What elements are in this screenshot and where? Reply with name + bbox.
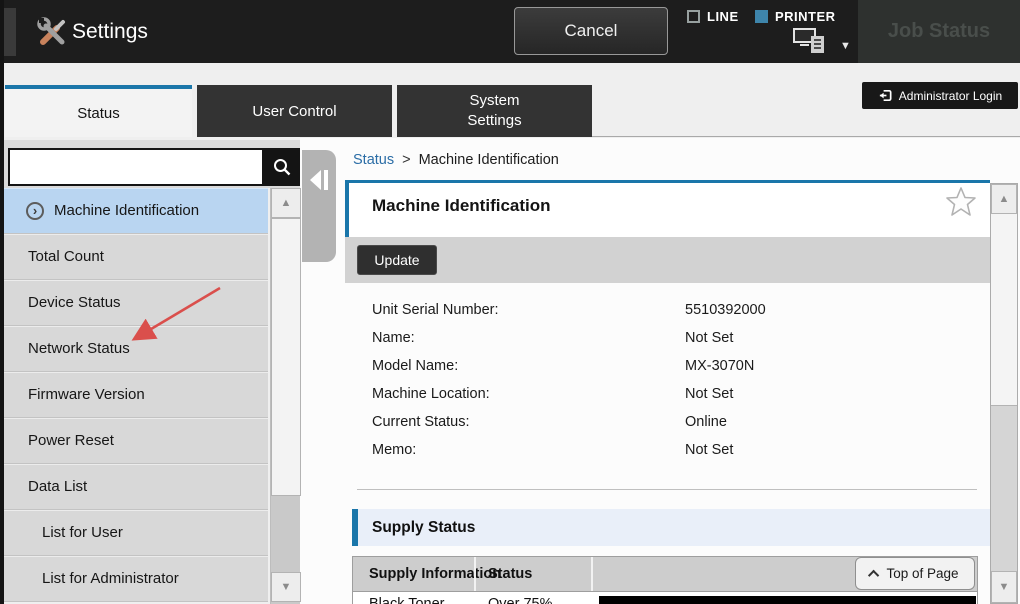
printer-status: PRINTER xyxy=(755,8,836,24)
breadcrumb-status-link[interactable]: Status xyxy=(353,152,394,168)
sidebar-item-data-list[interactable]: Data List xyxy=(4,464,268,510)
chevron-circle-icon: › xyxy=(26,202,44,220)
top-of-page-button[interactable]: Top of Page xyxy=(855,557,975,590)
toner-level-bar xyxy=(599,596,976,604)
field-row: Memo: Not Set xyxy=(372,436,972,464)
chevron-up-icon xyxy=(868,569,879,580)
login-icon xyxy=(878,88,893,103)
main-scroll-down-button[interactable]: ▼ xyxy=(991,571,1017,603)
field-label: Model Name: xyxy=(372,358,685,374)
search-input[interactable] xyxy=(8,148,264,186)
sidebar-item-machine-identification[interactable]: › Machine Identification xyxy=(4,188,268,234)
machine-info-fields: Unit Serial Number: 5510392000 Name: Not… xyxy=(372,296,972,464)
column-divider xyxy=(474,557,476,591)
administrator-login-label: Administrator Login xyxy=(899,89,1002,103)
section-divider xyxy=(357,489,977,490)
cancel-button[interactable]: Cancel xyxy=(514,7,668,55)
main-scroll-up-button[interactable]: ▲ xyxy=(991,184,1017,214)
sidebar-item-power-reset[interactable]: Power Reset xyxy=(4,418,268,464)
field-row: Machine Location: Not Set xyxy=(372,380,972,408)
main-scrollbar[interactable]: ▲ ▼ xyxy=(990,183,1018,604)
field-label: Memo: xyxy=(372,442,685,458)
tab-underline xyxy=(592,136,1020,137)
field-label: Current Status: xyxy=(372,414,685,430)
supply-status-title: Supply Status xyxy=(372,509,475,546)
sidebar-item-total-count[interactable]: Total Count xyxy=(4,234,268,280)
search-icon xyxy=(272,157,292,177)
field-row: Name: Not Set xyxy=(372,324,972,352)
scroll-up-icon: ▲ xyxy=(281,197,292,209)
page-title: Machine Identification xyxy=(372,196,551,216)
app-title: Settings xyxy=(72,0,148,63)
sidebar-scroll-up-button[interactable]: ▲ xyxy=(271,188,301,218)
field-label: Name: xyxy=(372,330,685,346)
top-bar: Settings Cancel LINE PRINTER ▼ Job Statu… xyxy=(0,0,1020,63)
sidebar-item-list-for-administrator[interactable]: List for Administrator xyxy=(4,556,268,602)
field-row: Model Name: MX-3070N xyxy=(372,352,972,380)
line-status: LINE xyxy=(687,8,739,24)
sidebar-item-firmware-version[interactable]: Firmware Version xyxy=(4,372,268,418)
field-value: Not Set xyxy=(685,442,733,458)
breadcrumb-current: Machine Identification xyxy=(419,152,559,168)
column-divider xyxy=(591,557,593,591)
scroll-up-icon: ▲ xyxy=(999,193,1010,205)
printer-label: PRINTER xyxy=(775,9,836,24)
field-value: 5510392000 xyxy=(685,302,766,318)
scroll-down-icon: ▼ xyxy=(999,581,1010,593)
printer-dropdown-caret-icon[interactable]: ▼ xyxy=(840,40,851,52)
sidebar-scroll-down-button[interactable]: ▼ xyxy=(271,572,301,602)
field-value: Online xyxy=(685,414,727,430)
sidebar-scrollbar[interactable]: ▲ ▼ xyxy=(270,188,300,604)
field-row: Unit Serial Number: 5510392000 xyxy=(372,296,972,324)
tab-status[interactable]: Status xyxy=(5,85,192,137)
line-label: LINE xyxy=(707,9,739,24)
supply-status-header: Supply Status xyxy=(352,509,990,546)
left-edge-strip xyxy=(0,0,4,604)
top-of-page-label: Top of Page xyxy=(886,566,958,581)
settings-wrench-icon xyxy=(36,16,68,48)
field-value: Not Set xyxy=(685,330,733,346)
column-header-status: Status xyxy=(488,557,532,591)
tab-system-settings[interactable]: System Settings xyxy=(397,85,592,137)
collapse-panel-icon xyxy=(309,168,329,192)
tab-user-control[interactable]: User Control xyxy=(197,85,392,137)
field-value: Not Set xyxy=(685,386,733,402)
job-status-button[interactable]: Job Status xyxy=(858,0,1020,63)
search-button[interactable] xyxy=(264,148,300,186)
supply-status-value: Over 75% xyxy=(488,596,552,604)
field-row: Current Status: Online xyxy=(372,408,972,436)
column-header-supply-information: Supply Information xyxy=(369,557,501,591)
breadcrumb-separator: > xyxy=(402,152,410,168)
sidebar-item-list-for-user[interactable]: List for User xyxy=(4,510,268,556)
breadcrumb: Status > Machine Identification xyxy=(353,152,559,168)
supply-table-row: Black Toner Over 75% xyxy=(352,592,978,604)
favorite-star-icon[interactable] xyxy=(946,186,976,218)
supply-name: Black Toner xyxy=(369,596,445,604)
line-indicator-icon xyxy=(687,10,700,23)
update-toolbar xyxy=(345,237,990,283)
topbar-accent xyxy=(4,8,16,56)
annotation-arrow xyxy=(122,280,226,348)
administrator-login-button[interactable]: Administrator Login xyxy=(862,82,1018,109)
sidebar-collapse-handle[interactable] xyxy=(302,150,336,262)
field-label: Machine Location: xyxy=(372,386,685,402)
main-scrollbar-thumb[interactable] xyxy=(991,214,1017,406)
settings-screen: Settings Cancel LINE PRINTER ▼ Job Statu… xyxy=(0,0,1020,604)
scroll-down-icon: ▼ xyxy=(281,581,292,593)
sidebar-scrollbar-thumb[interactable] xyxy=(271,218,301,496)
update-button[interactable]: Update xyxy=(357,245,437,275)
printer-indicator-icon xyxy=(755,10,768,23)
field-label: Unit Serial Number: xyxy=(372,302,685,318)
supply-accent-bar xyxy=(352,509,358,546)
field-value: MX-3070N xyxy=(685,358,754,374)
printer-network-icon[interactable] xyxy=(792,27,832,57)
